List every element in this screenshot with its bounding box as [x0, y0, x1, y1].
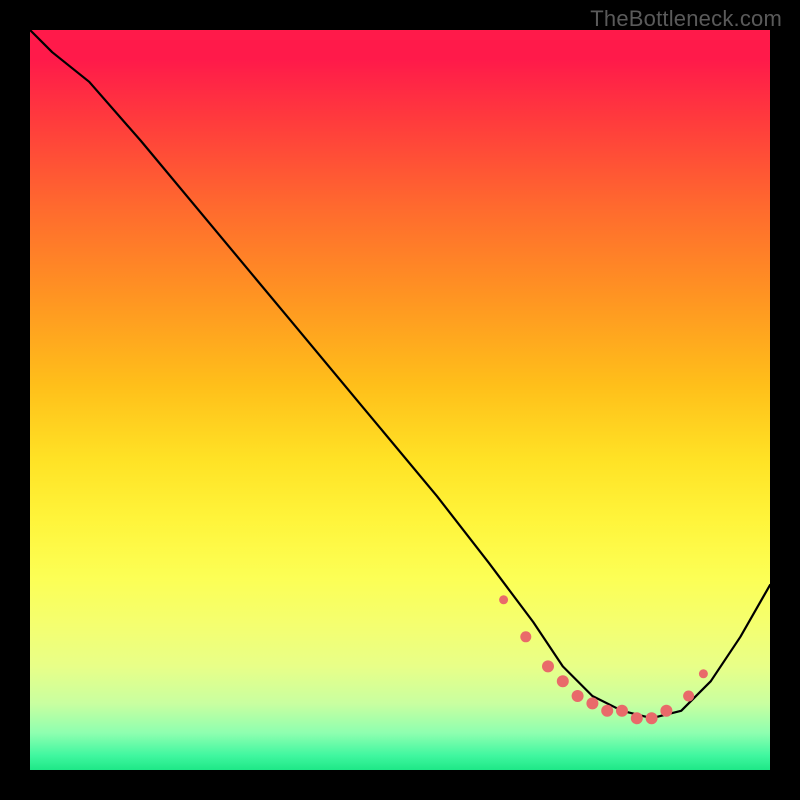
- highlight-dot: [557, 675, 569, 687]
- highlight-dot: [586, 697, 598, 709]
- plot-area: [30, 30, 770, 770]
- chart-svg: [30, 30, 770, 770]
- highlight-dot: [572, 690, 584, 702]
- highlight-dot: [683, 691, 694, 702]
- highlight-dots-group: [499, 595, 708, 724]
- highlight-dot: [616, 705, 628, 717]
- watermark-text: TheBottleneck.com: [590, 6, 782, 32]
- highlight-dot: [660, 705, 672, 717]
- highlight-dot: [646, 712, 658, 724]
- highlight-dot: [601, 705, 613, 717]
- highlight-dot: [699, 669, 708, 678]
- bottleneck-curve: [30, 30, 770, 718]
- highlight-dot: [631, 712, 643, 724]
- highlight-dot: [542, 660, 554, 672]
- highlight-dot: [520, 631, 531, 642]
- highlight-dot: [499, 595, 508, 604]
